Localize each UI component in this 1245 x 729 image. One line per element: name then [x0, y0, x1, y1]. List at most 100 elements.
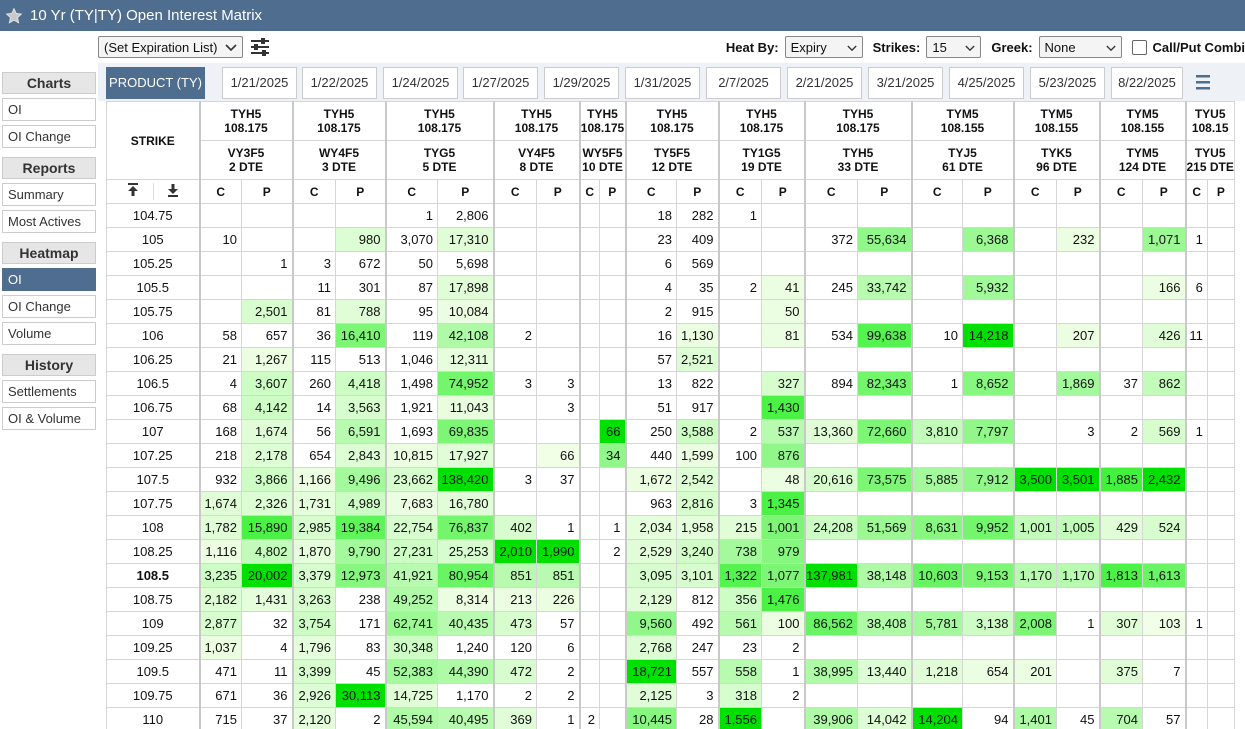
call-oi-cell[interactable]: 3,379 [291, 563, 336, 588]
call-oi-cell[interactable]: 2,985 [291, 515, 336, 540]
strikes-select[interactable]: 15 [926, 36, 982, 58]
put-oi-cell[interactable]: 3,501 [1056, 467, 1100, 492]
put-oi-cell[interactable] [599, 275, 626, 300]
put-oi-cell[interactable]: 17,927 [437, 443, 494, 468]
put-oi-cell[interactable] [962, 683, 1014, 708]
put-oi-cell[interactable] [857, 395, 912, 420]
call-oi-cell[interactable] [910, 443, 963, 468]
put-oi-cell[interactable]: 6,591 [335, 419, 386, 444]
put-oi-cell[interactable] [962, 203, 1014, 228]
put-oi-cell[interactable]: 3 [676, 683, 719, 708]
put-oi-cell[interactable]: 14,042 [857, 707, 912, 729]
call-oi-cell[interactable] [1012, 275, 1057, 300]
call-oi-cell[interactable] [291, 227, 336, 252]
call-oi-cell[interactable]: 4 [624, 275, 677, 300]
call-oi-cell[interactable]: 20,616 [803, 467, 858, 492]
put-oi-cell[interactable] [536, 251, 580, 276]
call-oi-cell[interactable]: 1,046 [384, 347, 438, 372]
call-oi-cell[interactable]: 3 [492, 467, 537, 492]
call-oi-cell[interactable]: 8,631 [910, 515, 963, 540]
sidebar-item-charts-oi-change[interactable]: OI Change [2, 125, 96, 148]
put-oi-cell[interactable]: 1,345 [761, 491, 805, 516]
put-oi-cell[interactable] [1056, 491, 1100, 516]
call-oi-cell[interactable]: 429 [1098, 515, 1143, 540]
call-oi-cell[interactable]: 49,252 [384, 587, 438, 612]
call-oi-cell[interactable] [803, 491, 858, 516]
put-oi-cell[interactable] [599, 395, 626, 420]
put-oi-cell[interactable]: 301 [335, 275, 386, 300]
put-oi-cell[interactable]: 32 [241, 611, 293, 636]
call-oi-cell[interactable] [1012, 419, 1057, 444]
put-oi-cell[interactable] [1142, 443, 1186, 468]
put-oi-cell[interactable]: 11 [241, 659, 293, 684]
call-oi-cell[interactable]: 14 [291, 395, 336, 420]
put-oi-cell[interactable]: 100 [761, 611, 805, 636]
call-oi-cell[interactable] [803, 683, 858, 708]
call-oi-cell[interactable] [578, 443, 600, 468]
call-oi-cell[interactable]: 10 [910, 323, 963, 348]
call-oi-cell[interactable] [1012, 539, 1057, 564]
put-oi-cell[interactable]: 980 [335, 227, 386, 252]
put-oi-cell[interactable]: 247 [676, 635, 719, 660]
put-oi-cell[interactable]: 34 [599, 443, 626, 468]
put-oi-cell[interactable] [599, 203, 626, 228]
call-oi-cell[interactable]: 3,754 [291, 611, 336, 636]
put-oi-cell[interactable] [1142, 587, 1186, 612]
call-oi-cell[interactable]: 1,813 [1098, 563, 1143, 588]
put-oi-cell[interactable]: 657 [241, 323, 293, 348]
call-oi-cell[interactable] [803, 539, 858, 564]
put-oi-cell[interactable]: 42,108 [437, 323, 494, 348]
put-oi-cell[interactable]: 1,077 [761, 563, 805, 588]
put-oi-cell[interactable] [1206, 587, 1235, 612]
put-oi-cell[interactable]: 7 [1142, 659, 1186, 684]
put-oi-cell[interactable]: 979 [761, 539, 805, 564]
call-oi-cell[interactable]: 10,603 [910, 563, 963, 588]
call-oi-cell[interactable]: 3 [717, 491, 762, 516]
call-oi-cell[interactable] [1098, 443, 1143, 468]
call-oi-cell[interactable] [1012, 299, 1057, 324]
call-oi-cell[interactable] [492, 203, 537, 228]
call-oi-cell[interactable]: 1,796 [291, 635, 336, 660]
call-oi-cell[interactable]: 1 [1184, 227, 1208, 252]
put-oi-cell[interactable]: 3,240 [676, 539, 719, 564]
put-oi-cell[interactable]: 17,898 [437, 275, 494, 300]
put-oi-cell[interactable]: 876 [761, 443, 805, 468]
put-oi-cell[interactable]: 1,240 [437, 635, 494, 660]
put-oi-cell[interactable]: 44,390 [437, 659, 494, 684]
call-oi-cell[interactable]: 50 [384, 251, 438, 276]
call-oi-cell[interactable]: 2,129 [624, 587, 677, 612]
call-oi-cell[interactable]: 100 [717, 443, 762, 468]
call-oi-cell[interactable] [578, 563, 600, 588]
call-oi-cell[interactable] [1012, 587, 1057, 612]
tab-1-22-2025[interactable]: 1/22/2025 [302, 67, 377, 99]
put-oi-cell[interactable] [1206, 419, 1235, 444]
call-oi-cell[interactable] [910, 251, 963, 276]
call-oi-cell[interactable]: 4 [198, 371, 242, 396]
call-put-checkbox[interactable] [1131, 39, 1147, 55]
call-oi-cell[interactable]: 13,360 [803, 419, 858, 444]
call-oi-cell[interactable] [1012, 395, 1057, 420]
call-oi-cell[interactable]: 3,810 [910, 419, 963, 444]
call-oi-cell[interactable]: 3,399 [291, 659, 336, 684]
call-oi-cell[interactable] [492, 251, 537, 276]
call-oi-cell[interactable]: 1,037 [198, 635, 242, 660]
tab-1-31-2025[interactable]: 1/31/2025 [625, 67, 700, 99]
call-oi-cell[interactable]: 62,741 [384, 611, 438, 636]
put-oi-cell[interactable] [536, 227, 580, 252]
call-oi-cell[interactable]: 16 [624, 323, 677, 348]
call-oi-cell[interactable]: 2 [492, 323, 537, 348]
put-oi-cell[interactable]: 72,660 [857, 419, 912, 444]
call-oi-cell[interactable] [578, 323, 600, 348]
put-oi-cell[interactable] [1142, 539, 1186, 564]
put-oi-cell[interactable] [599, 683, 626, 708]
call-oi-cell[interactable] [910, 347, 963, 372]
call-oi-cell[interactable]: 402 [492, 515, 537, 540]
call-oi-cell[interactable] [198, 299, 242, 324]
put-oi-cell[interactable]: 38,408 [857, 611, 912, 636]
call-oi-cell[interactable] [717, 467, 762, 492]
put-oi-cell[interactable] [599, 251, 626, 276]
put-oi-cell[interactable]: 82,343 [857, 371, 912, 396]
put-oi-cell[interactable]: 6,368 [962, 227, 1014, 252]
put-oi-cell[interactable] [962, 539, 1014, 564]
call-oi-cell[interactable]: 356 [717, 587, 762, 612]
